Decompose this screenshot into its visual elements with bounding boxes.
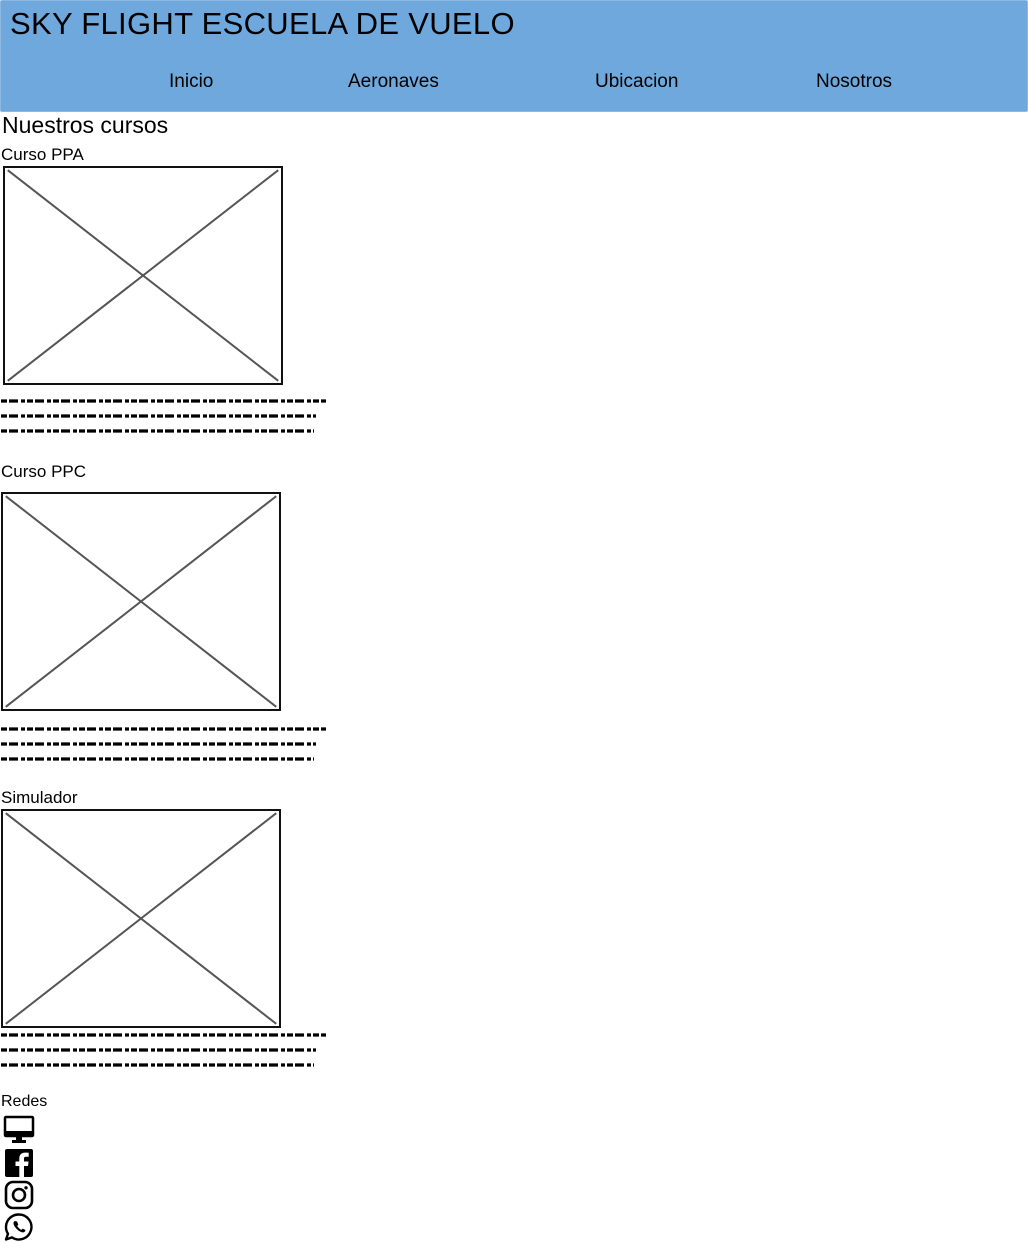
course-description-placeholder	[0, 723, 330, 765]
nav-link-inicio[interactable]: Inicio	[169, 71, 213, 93]
course-image-placeholder	[1, 492, 281, 711]
course-image-placeholder	[1, 809, 281, 1028]
course-description-placeholder	[0, 395, 330, 437]
course-title: Curso PPA	[1, 145, 84, 164]
nav-link-aeronaves[interactable]: Aeronaves	[348, 71, 439, 93]
course-description-placeholder	[0, 1029, 330, 1071]
course-title: Curso PPC	[1, 462, 87, 481]
course-title: Simulador	[1, 788, 78, 807]
nav-link-nosotros[interactable]: Nosotros	[816, 71, 892, 93]
monitor-icon[interactable]	[3, 1115, 35, 1145]
nav-link-ubicacion[interactable]: Ubicacion	[595, 71, 678, 93]
redes-label: Redes	[1, 1093, 48, 1110]
course-image-placeholder	[3, 166, 283, 385]
header-bar: SKY FLIGHT ESCUELA DE VUELO Inicio Aeron…	[0, 0, 1028, 112]
site-title: SKY FLIGHT ESCUELA DE VUELO	[10, 6, 515, 41]
facebook-icon[interactable]	[3, 1148, 35, 1178]
instagram-icon[interactable]	[3, 1180, 35, 1210]
section-title: Nuestros cursos	[2, 112, 169, 138]
whatsapp-icon[interactable]	[3, 1212, 35, 1242]
